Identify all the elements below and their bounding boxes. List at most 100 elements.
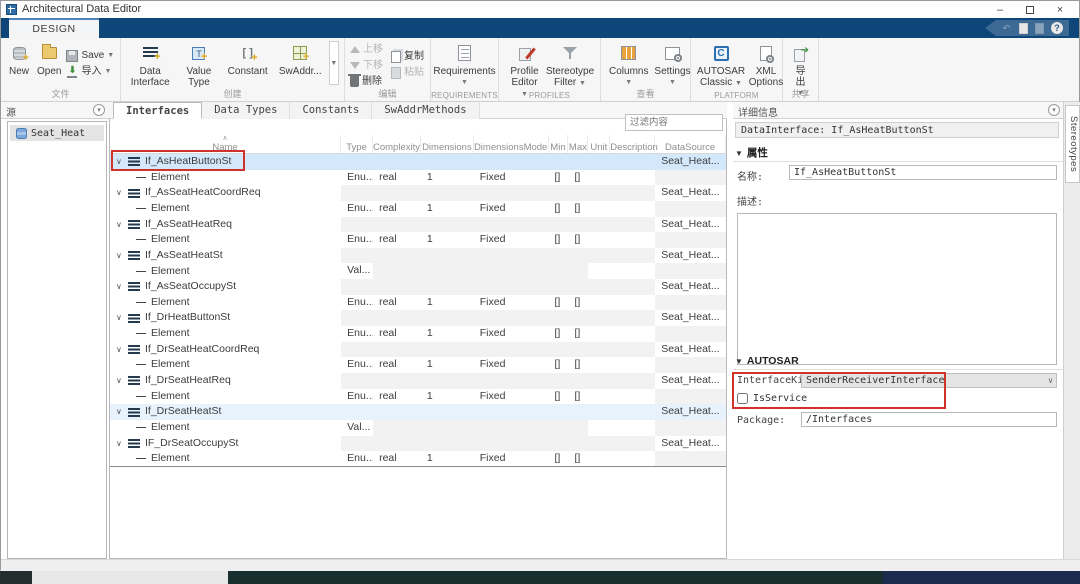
table-row-element[interactable]: —ElementEnu...real1Fixed[][] <box>110 326 726 342</box>
table-cell[interactable] <box>588 357 610 373</box>
table-cell[interactable] <box>588 389 610 405</box>
table-row-if_asseatheatreq[interactable]: ∨If_AsSeatHeatReqSeat_Heat... <box>110 217 726 233</box>
table-cell[interactable]: 1 <box>421 389 474 405</box>
tab-swaddrmethods[interactable]: SwAddrMethods <box>372 102 479 119</box>
table-cell[interactable] <box>588 404 610 420</box>
table-cell[interactable]: Enu... <box>341 326 373 342</box>
table-cell[interactable] <box>610 295 655 311</box>
row-name-cell[interactable]: ∨If_AsSeatHeatCoordReq <box>110 185 341 201</box>
table-row-if_drseatheatreq[interactable]: ∨If_DrSeatHeatReq Seat_Heat... <box>110 373 726 389</box>
table-cell[interactable] <box>588 279 610 295</box>
maximize-button[interactable] <box>1015 1 1045 18</box>
help-icon[interactable]: ? <box>1051 22 1063 34</box>
table-cell[interactable] <box>610 232 655 248</box>
table-cell[interactable] <box>341 279 373 295</box>
row-name-cell[interactable]: —Element <box>110 389 341 405</box>
table-cell[interactable] <box>341 342 373 358</box>
table-cell[interactable] <box>568 279 588 295</box>
table-row-if_drseatheatcoordreq[interactable]: ∨If_DrSeatHeatCoordReqSeat_Heat... <box>110 342 726 358</box>
columns-button[interactable]: Columns ▼ <box>606 41 651 90</box>
table-cell[interactable] <box>588 201 610 217</box>
table-cell[interactable] <box>474 279 549 295</box>
table-cell[interactable] <box>568 420 588 436</box>
table-cell[interactable] <box>373 436 421 452</box>
table-cell[interactable] <box>474 373 549 389</box>
row-name-cell[interactable]: —Element <box>110 357 341 373</box>
table-cell[interactable] <box>588 373 610 389</box>
import-button[interactable]: ⬇ 导入 ▼ <box>66 65 114 78</box>
row-name-cell[interactable]: —Element <box>110 326 341 342</box>
table-cell[interactable] <box>568 154 588 170</box>
table-cell[interactable] <box>588 295 610 311</box>
table-cell[interactable] <box>373 217 421 233</box>
table-cell[interactable]: Enu... <box>341 357 373 373</box>
undo-icon[interactable]: ↶ <box>1001 23 1012 34</box>
tab-constants[interactable]: Constants <box>290 102 372 119</box>
table-cell[interactable]: Enu... <box>341 201 373 217</box>
table-cell[interactable] <box>610 217 655 233</box>
table-cell[interactable] <box>421 279 474 295</box>
table-cell[interactable]: [] <box>549 357 569 373</box>
table-cell[interactable] <box>549 185 569 201</box>
table-cell[interactable]: Val... <box>341 420 373 436</box>
table-cell[interactable] <box>655 295 726 311</box>
table-cell[interactable]: real <box>373 451 421 466</box>
table-cell[interactable]: 1 <box>421 201 474 217</box>
table-row-if_drseatoccupyst[interactable]: ∨IF_DrSeatOccupyStSeat_Heat... <box>110 436 726 452</box>
table-cell[interactable] <box>373 248 421 264</box>
table-cell[interactable]: [] <box>549 232 569 248</box>
table-cell[interactable]: 1 <box>421 451 474 466</box>
table-cell[interactable] <box>421 373 474 389</box>
table-cell[interactable] <box>588 185 610 201</box>
tab-data-types[interactable]: Data Types <box>202 102 290 119</box>
tree-item-seat-heat[interactable]: Seat_Heat <box>10 125 104 141</box>
close-button[interactable]: × <box>1045 1 1075 18</box>
taskbar[interactable] <box>0 571 1080 584</box>
table-cell[interactable]: Enu... <box>341 170 373 186</box>
table-cell[interactable]: Fixed <box>474 170 549 186</box>
autosar-classic-button[interactable]: C AUTOSAR Classic ▼ <box>696 41 746 91</box>
table-cell[interactable] <box>373 154 421 170</box>
table-cell[interactable] <box>549 263 569 279</box>
table-cell[interactable] <box>568 342 588 358</box>
table-cell[interactable]: Seat_Heat... <box>655 373 726 389</box>
table-cell[interactable]: Fixed <box>474 357 549 373</box>
table-cell[interactable]: [] <box>568 326 588 342</box>
row-name-cell[interactable]: ∨If_DrSeatHeatReq <box>110 373 341 389</box>
table-cell[interactable]: Seat_Heat... <box>655 436 726 452</box>
expand-chevron-icon[interactable]: ∨ <box>116 279 128 295</box>
table-cell[interactable] <box>421 310 474 326</box>
table-cell[interactable]: real <box>373 201 421 217</box>
details-collapse-icon[interactable]: ▾ <box>1048 104 1060 116</box>
table-cell[interactable] <box>421 185 474 201</box>
row-name-cell[interactable]: —Element <box>110 170 341 186</box>
table-cell[interactable]: [] <box>568 295 588 311</box>
tab-interfaces[interactable]: Interfaces <box>113 102 202 119</box>
table-cell[interactable] <box>610 154 655 170</box>
move-up-button[interactable]: 上移 <box>350 43 383 56</box>
table-cell[interactable] <box>549 404 569 420</box>
column-header-description[interactable]: Description <box>610 135 655 153</box>
table-cell[interactable]: Seat_Heat... <box>655 154 726 170</box>
table-cell[interactable]: [] <box>549 389 569 405</box>
table-cell[interactable] <box>610 279 655 295</box>
copy-button[interactable]: 复制 <box>391 50 424 63</box>
table-cell[interactable] <box>568 310 588 326</box>
stereotypes-tab[interactable]: Stereotypes <box>1065 105 1080 183</box>
settings-button[interactable]: Settings ▼ <box>651 41 693 90</box>
table-cell[interactable] <box>373 404 421 420</box>
table-cell[interactable] <box>610 185 655 201</box>
table-cell[interactable] <box>568 185 588 201</box>
expand-chevron-icon[interactable]: ∨ <box>116 310 128 326</box>
move-down-button[interactable]: 下移 <box>350 59 383 72</box>
table-cell[interactable] <box>610 342 655 358</box>
table-row-element[interactable]: —ElementVal... <box>110 263 726 279</box>
table-cell[interactable] <box>341 185 373 201</box>
table-cell[interactable] <box>568 436 588 452</box>
table-cell[interactable]: [] <box>549 170 569 186</box>
table-cell[interactable] <box>373 420 421 436</box>
row-name-cell[interactable]: —Element <box>110 295 341 311</box>
import-dropdown-icon[interactable]: ▼ <box>104 65 111 78</box>
table-cell[interactable] <box>610 404 655 420</box>
table-cell[interactable] <box>474 248 549 264</box>
